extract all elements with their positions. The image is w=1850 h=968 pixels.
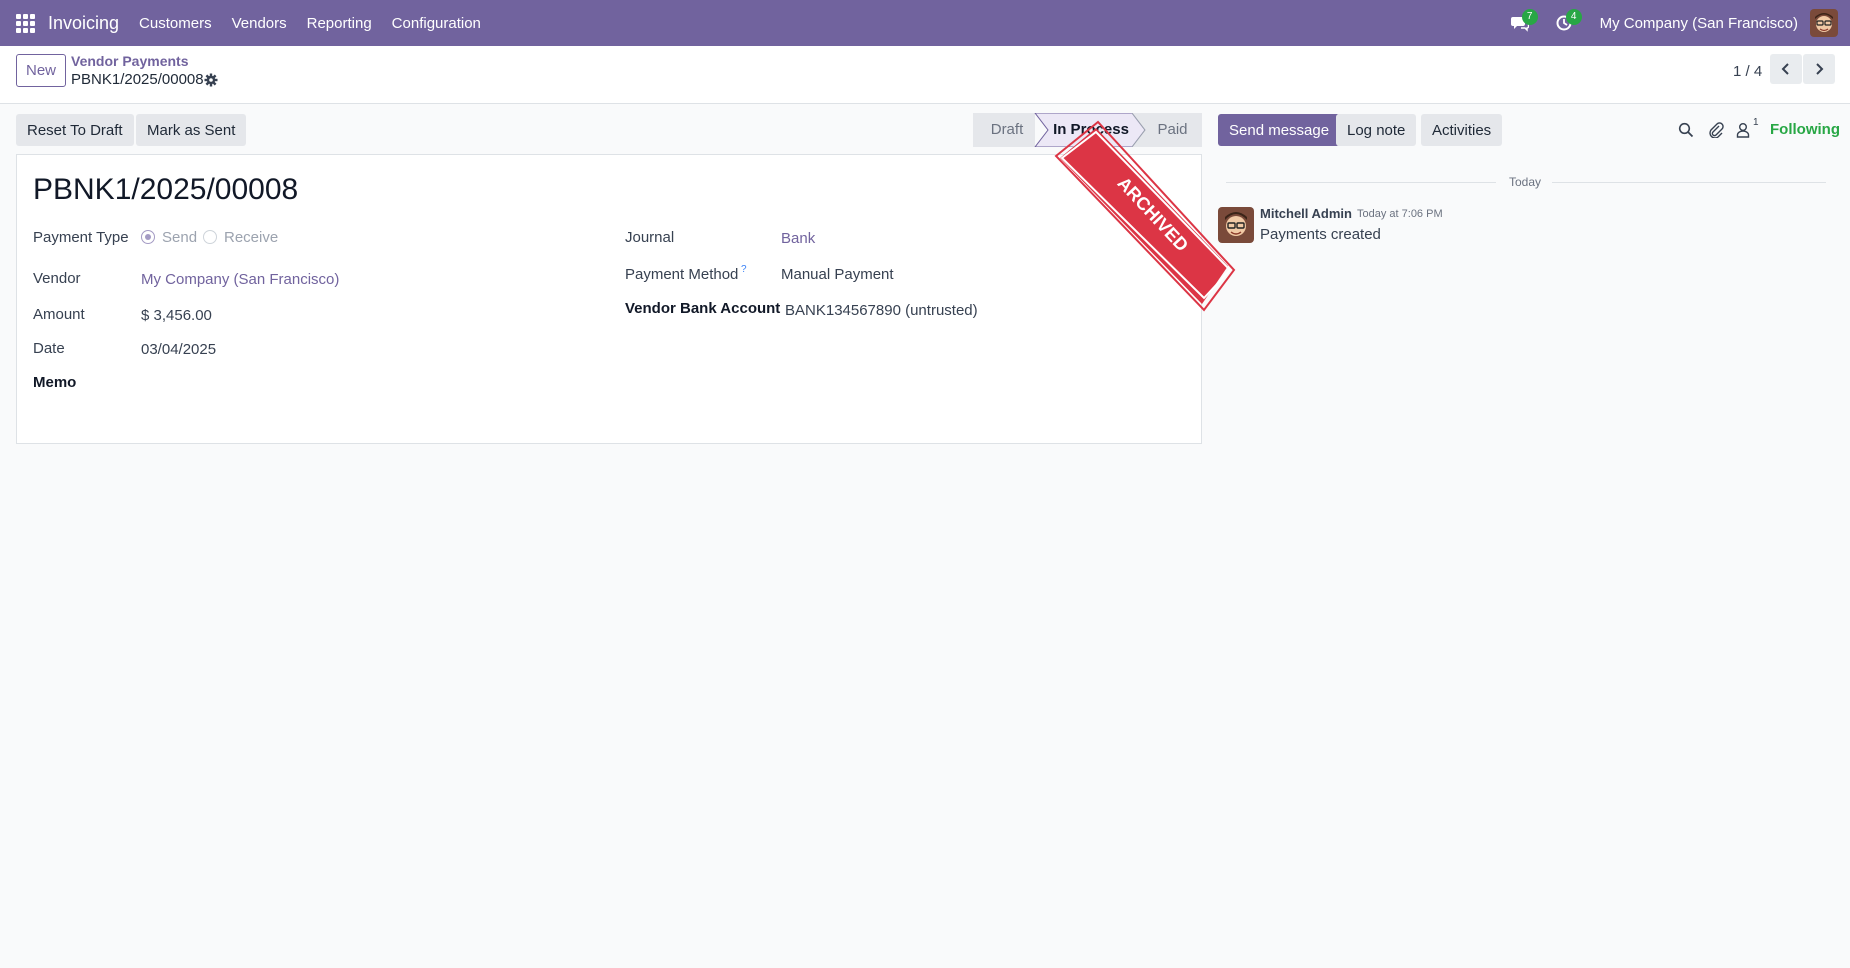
menu-configuration[interactable]: Configuration bbox=[382, 15, 491, 32]
message-body: Payments created bbox=[1260, 226, 1381, 243]
followers-button[interactable] bbox=[1733, 120, 1753, 140]
date-label: Date bbox=[33, 340, 65, 357]
user-icon bbox=[1736, 123, 1750, 138]
mark-as-sent-button[interactable]: Mark as Sent bbox=[136, 114, 247, 146]
date-separator-line-left bbox=[1226, 182, 1496, 183]
message-date: Today at 7:06 PM bbox=[1357, 208, 1443, 220]
record-title: PBNK1/2025/00008 bbox=[33, 173, 299, 206]
date-separator-line-right bbox=[1552, 182, 1826, 183]
status-step-paid[interactable]: Paid bbox=[1143, 113, 1202, 147]
memo-label: Memo bbox=[33, 374, 77, 391]
help-tooltip-icon[interactable]: ? bbox=[741, 264, 747, 275]
payment-type-label: Payment Type bbox=[33, 229, 129, 246]
following-button[interactable]: Following bbox=[1770, 121, 1840, 138]
messages-badge: 7 bbox=[1521, 9, 1538, 25]
control-panel: New Vendor Payments PBNK1/2025/00008 1 /… bbox=[0, 46, 1850, 104]
message-author[interactable]: Mitchell Admin bbox=[1260, 206, 1352, 221]
send-message-button[interactable]: Send message bbox=[1218, 114, 1341, 146]
vendor-label: Vendor bbox=[33, 270, 81, 287]
date-field[interactable]: 03/04/2025 bbox=[141, 341, 216, 358]
radio-receive[interactable] bbox=[203, 230, 217, 244]
search-icon bbox=[1678, 122, 1694, 138]
payment-method-label: Payment Method bbox=[625, 266, 739, 283]
chevron-left-icon bbox=[1781, 63, 1789, 75]
date-separator: Today bbox=[1509, 175, 1542, 189]
activities-badge: 4 bbox=[1565, 9, 1582, 25]
radio-send-label[interactable]: Send bbox=[162, 229, 197, 246]
top-navbar: Invoicing Customers Vendors Reporting Co… bbox=[0, 0, 1850, 46]
menu-customers[interactable]: Customers bbox=[129, 15, 222, 32]
status-step-draft[interactable]: Draft bbox=[973, 113, 1041, 147]
reset-to-draft-button[interactable]: Reset To Draft bbox=[16, 114, 134, 146]
radio-send[interactable] bbox=[141, 230, 155, 244]
vendor-bank-account-label: Vendor Bank Account bbox=[625, 300, 781, 317]
messaging-menu[interactable]: 7 bbox=[1498, 0, 1542, 46]
attachments-button[interactable] bbox=[1706, 120, 1726, 140]
company-switcher[interactable]: My Company (San Francisco) bbox=[1586, 15, 1810, 32]
chevron-right-icon bbox=[1816, 63, 1824, 75]
activities-button[interactable]: Activities bbox=[1421, 114, 1503, 146]
vendor-bank-account-field[interactable]: BANK134567890 (untrusted) bbox=[785, 302, 978, 319]
gear-icon[interactable] bbox=[203, 72, 219, 88]
status-step-in-process[interactable]: In Process bbox=[1043, 113, 1139, 147]
radio-receive-label[interactable]: Receive bbox=[224, 229, 278, 246]
search-messages-button[interactable] bbox=[1676, 120, 1696, 140]
vendor-field[interactable]: My Company (San Francisco) bbox=[141, 271, 339, 288]
pager-next-button[interactable] bbox=[1803, 54, 1835, 84]
menu-reporting[interactable]: Reporting bbox=[297, 15, 382, 32]
new-button[interactable]: New bbox=[16, 54, 66, 87]
app-name[interactable]: Invoicing bbox=[48, 13, 119, 34]
amount-field[interactable]: $ 3,456.00 bbox=[141, 307, 212, 324]
activity-menu[interactable]: 4 bbox=[1542, 0, 1586, 46]
amount-label: Amount bbox=[33, 306, 85, 323]
message-author-avatar[interactable] bbox=[1218, 207, 1254, 243]
app-menu-icon[interactable] bbox=[0, 0, 50, 46]
pager-previous-button[interactable] bbox=[1770, 54, 1802, 84]
journal-label: Journal bbox=[625, 229, 675, 246]
status-bar: Draft In Process Paid bbox=[973, 113, 1202, 147]
paperclip-icon bbox=[1709, 122, 1724, 138]
form-sheet: PBNK1/2025/00008 Payment Type Send Recei… bbox=[16, 154, 1202, 444]
payment-method-field[interactable]: Manual Payment bbox=[781, 266, 894, 283]
breadcrumb-vendor-payments[interactable]: Vendor Payments bbox=[71, 53, 189, 69]
user-avatar[interactable] bbox=[1810, 9, 1838, 37]
pager-value[interactable]: 1 / 4 bbox=[1733, 63, 1762, 80]
log-note-button[interactable]: Log note bbox=[1336, 114, 1417, 146]
journal-field[interactable]: Bank bbox=[781, 230, 815, 247]
menu-vendors[interactable]: Vendors bbox=[222, 15, 297, 32]
follower-count: 1 bbox=[1753, 117, 1759, 128]
breadcrumb-current-record: PBNK1/2025/00008 bbox=[71, 71, 204, 88]
